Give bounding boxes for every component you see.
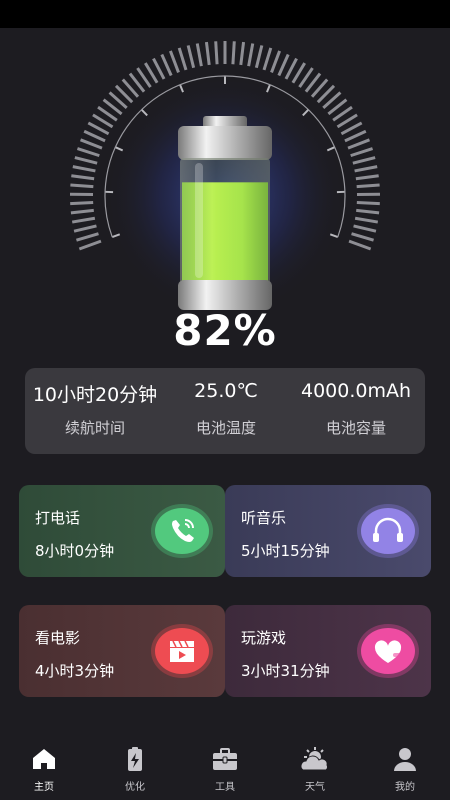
battery-bolt-icon <box>128 747 142 771</box>
card-music[interactable]: 听音乐 5小时15分钟 <box>225 485 431 577</box>
clapperboard-icon <box>151 623 213 679</box>
weather-icon <box>300 747 328 771</box>
nav-tools[interactable]: 工具 <box>195 746 255 796</box>
card-movie-time: 4小时3分钟 <box>35 662 115 680</box>
nav-weather[interactable]: 天气 <box>285 746 345 796</box>
battery-stats-panel: 10小时20分钟 续航时间 25.0℃ 电池温度 4000.0mAh 电池容量 <box>25 368 425 454</box>
phone-icon <box>151 503 213 559</box>
card-call-title: 打电话 <box>35 509 81 527</box>
card-music-time: 5小时15分钟 <box>241 542 330 560</box>
stat-endurance-value: 10小时20分钟 <box>32 384 158 406</box>
card-call-time: 8小时0分钟 <box>35 542 115 560</box>
card-movie-title: 看电影 <box>35 629 81 647</box>
stat-capacity-label: 电池容量 <box>325 419 386 437</box>
nav-optimize[interactable]: 优化 <box>105 746 165 796</box>
nav-weather-label: 天气 <box>305 782 325 793</box>
nav-home[interactable]: 主页 <box>14 746 74 796</box>
nav-tools-label: 工具 <box>215 782 235 793</box>
card-game[interactable]: 玩游戏 3小时31分钟 <box>225 605 431 697</box>
nav-home-label: 主页 <box>34 782 54 793</box>
battery-icon <box>178 116 272 310</box>
status-bar <box>0 0 450 28</box>
nav-mine-label: 我的 <box>395 782 415 793</box>
battery-gauge <box>0 28 450 318</box>
headphones-icon <box>357 503 419 559</box>
card-music-title: 听音乐 <box>241 509 287 527</box>
card-movie[interactable]: 看电影 4小时3分钟 <box>19 605 225 697</box>
stat-endurance: 10小时20分钟 续航时间 <box>25 368 165 454</box>
nav-optimize-label: 优化 <box>125 782 145 793</box>
stat-endurance-label: 续航时间 <box>64 419 125 437</box>
stat-temperature-value: 25.0℃ <box>194 380 258 402</box>
heart-icon <box>357 623 419 679</box>
nav-mine[interactable]: 我的 <box>375 746 435 796</box>
card-call[interactable]: 打电话 8小时0分钟 <box>19 485 225 577</box>
stat-capacity-value: 4000.0mAh <box>300 380 412 402</box>
battery-percent: 82% <box>173 306 277 355</box>
card-game-time: 3小时31分钟 <box>241 662 330 680</box>
card-game-title: 玩游戏 <box>241 629 287 647</box>
stat-capacity: 4000.0mAh 电池容量 <box>287 368 425 454</box>
bottom-nav: 主页 优化 工具 天气 我的 <box>0 738 450 800</box>
home-icon <box>33 749 55 769</box>
toolbox-icon <box>213 748 237 770</box>
user-icon <box>394 748 416 771</box>
stat-temperature: 25.0℃ 电池温度 <box>165 368 287 454</box>
stat-temperature-label: 电池温度 <box>195 419 256 437</box>
